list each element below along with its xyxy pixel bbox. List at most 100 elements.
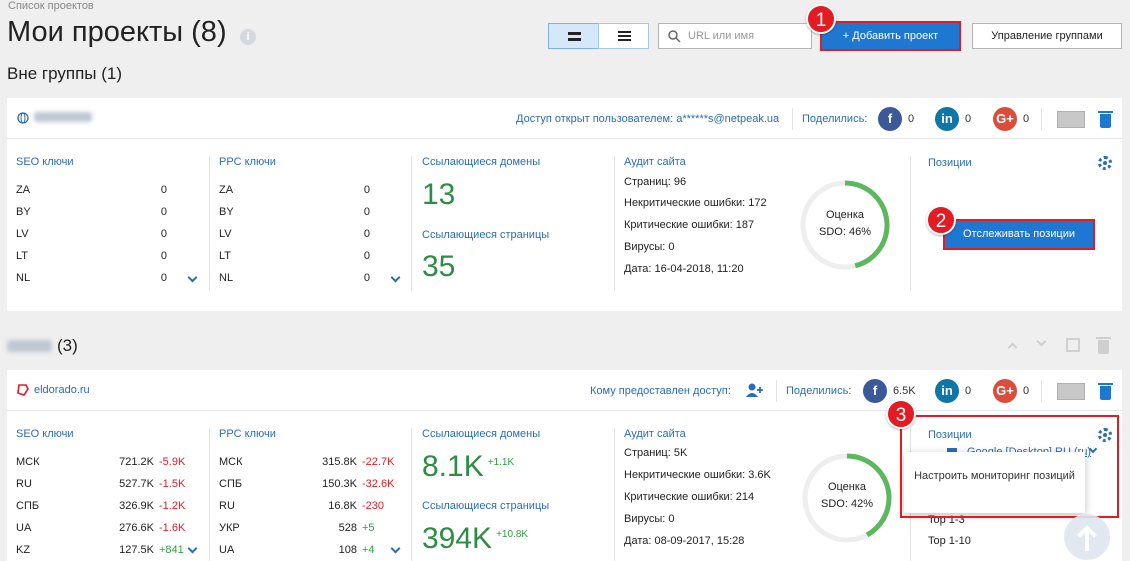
access-text: Кому предоставлен доступ: [590, 385, 731, 397]
linkedin-icon[interactable]: in [935, 107, 959, 131]
ppc-keys-title[interactable]: PPC ключи [219, 428, 276, 440]
chevron-down-icon[interactable] [187, 272, 198, 283]
key-delta: -5.9K [159, 456, 186, 468]
key-region: МСК [219, 456, 243, 468]
audit-title[interactable]: Аудит сайта [624, 156, 686, 168]
ref-pages-value: 35 [422, 250, 456, 283]
facebook-count: 0 [908, 113, 915, 125]
seo-row: LV [16, 228, 29, 240]
info-icon[interactable]: i [240, 29, 256, 45]
key-region: УКР [219, 522, 240, 534]
seo-keys-title[interactable]: SEO ключи [16, 428, 74, 440]
search-icon [668, 30, 681, 43]
ppc-row: LV [219, 228, 232, 240]
google-plus-count: 0 [1023, 385, 1030, 397]
audit-viruses: Вирусы: 0 [624, 513, 675, 525]
sdo-gauge [800, 180, 890, 270]
ref-pages-value: 394K +10.8K [422, 522, 528, 556]
key-region: СПБ [219, 478, 243, 490]
key-value: 528 [338, 522, 357, 534]
linkedin-count: 0 [965, 113, 972, 125]
gauge-value: SDO: 46% [819, 226, 871, 238]
key-delta: +5 [362, 522, 375, 534]
google-plus-count: 0 [1023, 113, 1030, 125]
grid-view-icon [568, 32, 581, 35]
key-delta: +4 [362, 544, 375, 556]
add-user-icon[interactable] [745, 382, 765, 398]
audit-viruses: Вирусы: 0 [624, 241, 675, 253]
search-input[interactable]: URL или имя [658, 23, 812, 49]
chevron-up-icon[interactable] [1007, 342, 1018, 353]
page-title: Мои проекты (8) [7, 16, 227, 48]
ref-pages-title[interactable]: Ссылающиеся страницы [422, 500, 549, 512]
annotation-badge-2: 2 [926, 205, 956, 235]
search-placeholder: URL или имя [688, 30, 755, 42]
trash-icon[interactable] [1098, 383, 1113, 400]
seo-value: 0 [160, 206, 167, 218]
ppc-value: 0 [363, 228, 370, 240]
seo-value: 0 [160, 272, 167, 284]
key-region: UA [219, 544, 235, 556]
annotation-badge-3: 3 [886, 399, 916, 429]
breadcrumb[interactable]: Список проектов [8, 0, 94, 12]
grid-view-toggle[interactable] [548, 23, 599, 49]
audit-title[interactable]: Аудит сайта [624, 428, 686, 440]
key-delta: -32.6K [362, 478, 395, 490]
eldorado-logo-icon [17, 384, 29, 396]
audit-pages: Страниц: 5K [624, 447, 688, 459]
gauge-label: Оценка [825, 209, 865, 221]
seo-value: 0 [160, 228, 167, 240]
chevron-down-icon[interactable] [390, 543, 401, 554]
linkedin-count: 0 [965, 385, 972, 397]
annotation-box-3 [900, 415, 1119, 518]
ppc-keys-title[interactable]: PPC ключи [219, 156, 276, 168]
list-view-toggle[interactable] [598, 23, 649, 49]
google-plus-icon[interactable]: G+ [993, 379, 1017, 403]
key-value: 150.3K [322, 478, 357, 490]
facebook-count: 6.5K [893, 385, 916, 397]
ppc-row: BY [219, 206, 234, 218]
manage-groups-button[interactable]: Управление группами [972, 23, 1122, 49]
audit-noncritical: Некритические ошибки: 3.6K [624, 469, 771, 481]
group-name-hidden[interactable] [7, 340, 52, 352]
shared-label: Поделились: [786, 385, 852, 397]
chevron-down-icon[interactable] [1036, 336, 1047, 347]
group-title-count: (3) [57, 336, 78, 355]
chevron-down-icon[interactable] [390, 272, 401, 283]
ppc-row: NL [219, 272, 234, 284]
trash-icon[interactable] [1096, 337, 1111, 354]
google-plus-icon[interactable]: G+ [993, 107, 1017, 131]
ppc-row: ZA [219, 184, 234, 196]
project-domain[interactable]: eldorado.ru [34, 384, 90, 396]
project-card: Доступ открыт пользователем: a******s@ne… [7, 98, 1122, 311]
track-positions-button[interactable]: Отслеживать позиции [945, 221, 1093, 248]
positions-title[interactable]: Позиции [928, 157, 972, 169]
key-region: RU [219, 500, 235, 512]
key-value: 108 [338, 544, 357, 556]
gear-icon[interactable] [1098, 156, 1112, 170]
audit-pages: Страниц: 96 [624, 176, 687, 188]
ref-domains-title[interactable]: Ссылающиеся домены [422, 156, 540, 168]
seo-value: 0 [160, 184, 167, 196]
arrow-up-icon[interactable] [1064, 514, 1110, 560]
ref-pages-number: 394K [422, 522, 493, 555]
ref-pages-title[interactable]: Ссылающиеся страницы [422, 229, 549, 241]
facebook-icon[interactable]: f [878, 107, 902, 131]
mail-icon[interactable] [1057, 111, 1085, 128]
trash-icon[interactable] [1098, 111, 1113, 128]
facebook-icon[interactable]: f [863, 379, 887, 403]
globe-icon [17, 112, 29, 124]
ref-domains-title[interactable]: Ссылающиеся домены [422, 428, 540, 440]
project-domain-hidden[interactable] [34, 112, 92, 122]
collapse-icon[interactable] [1066, 338, 1080, 352]
key-value: 527.7K [119, 478, 154, 490]
seo-row: LT [16, 250, 29, 262]
key-value: 315.8K [322, 456, 357, 468]
seo-keys-title[interactable]: SEO ключи [16, 156, 74, 168]
add-project-button[interactable]: + Добавить проект [822, 23, 959, 49]
key-value: 127.5K [119, 544, 154, 556]
mail-icon[interactable] [1057, 383, 1085, 400]
linkedin-icon[interactable]: in [935, 379, 959, 403]
chevron-down-icon[interactable] [187, 543, 198, 554]
seo-value: 0 [160, 250, 167, 262]
